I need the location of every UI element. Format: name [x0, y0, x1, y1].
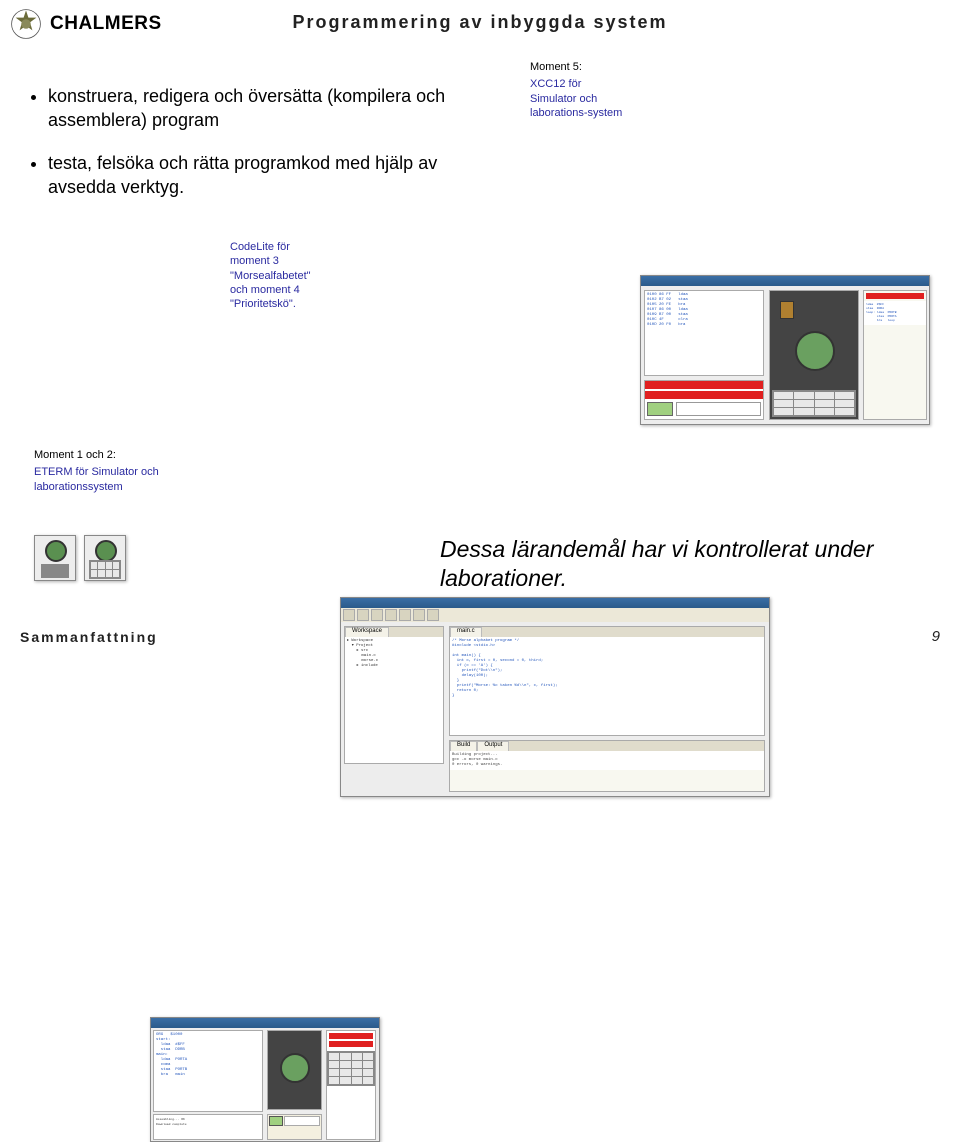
caption-moment5: Moment 5: XCC12 för Simulator och labora…	[530, 60, 630, 120]
caption-body: ETERM för Simulator och laborationssyste…	[34, 465, 164, 494]
chalmers-logo-icon	[10, 8, 42, 40]
content-area: konstruera, redigera och översätta (komp…	[0, 44, 960, 199]
bullet-item: testa, felsöka och rätta programkod med …	[48, 151, 470, 200]
footer-section-name: Sammanfattning	[20, 629, 158, 645]
caption-title: Moment 5:	[530, 60, 630, 74]
thumbnail-hardware	[84, 535, 126, 581]
caption-moment12: Moment 1 och 2: ETERM för Simulator och …	[34, 448, 164, 494]
page-title: Programmering av inbyggda system	[292, 12, 667, 33]
caption-codelite: CodeLite för moment 3 "Morsealfabetet" o…	[230, 240, 325, 311]
thumbnail-hardware	[34, 535, 76, 581]
caption-body: XCC12 för Simulator och laborations-syst…	[530, 77, 630, 120]
hardware-thumbnails	[34, 535, 126, 581]
screenshot-xcc12: 0100 86 FF ldaa 0102 B7 02 staa 0105 20 …	[640, 275, 930, 425]
screenshot-codelite: Workspace ▸ Workspace ▾ Project ▸ src ma…	[340, 597, 770, 797]
brand-text: CHALMERS	[50, 13, 162, 35]
page-number: 9	[932, 628, 940, 645]
bullet-item: konstruera, redigera och översätta (komp…	[48, 84, 470, 133]
bullet-list: konstruera, redigera och översätta (komp…	[30, 84, 470, 199]
screenshot-eterm: ORG $1000 start: ldaa #$FF staa DDRB mai…	[150, 1017, 380, 1142]
conclusion-text: Dessa lärandemål har vi kontrollerat und…	[440, 535, 900, 593]
caption-title: Moment 1 och 2:	[34, 448, 164, 462]
